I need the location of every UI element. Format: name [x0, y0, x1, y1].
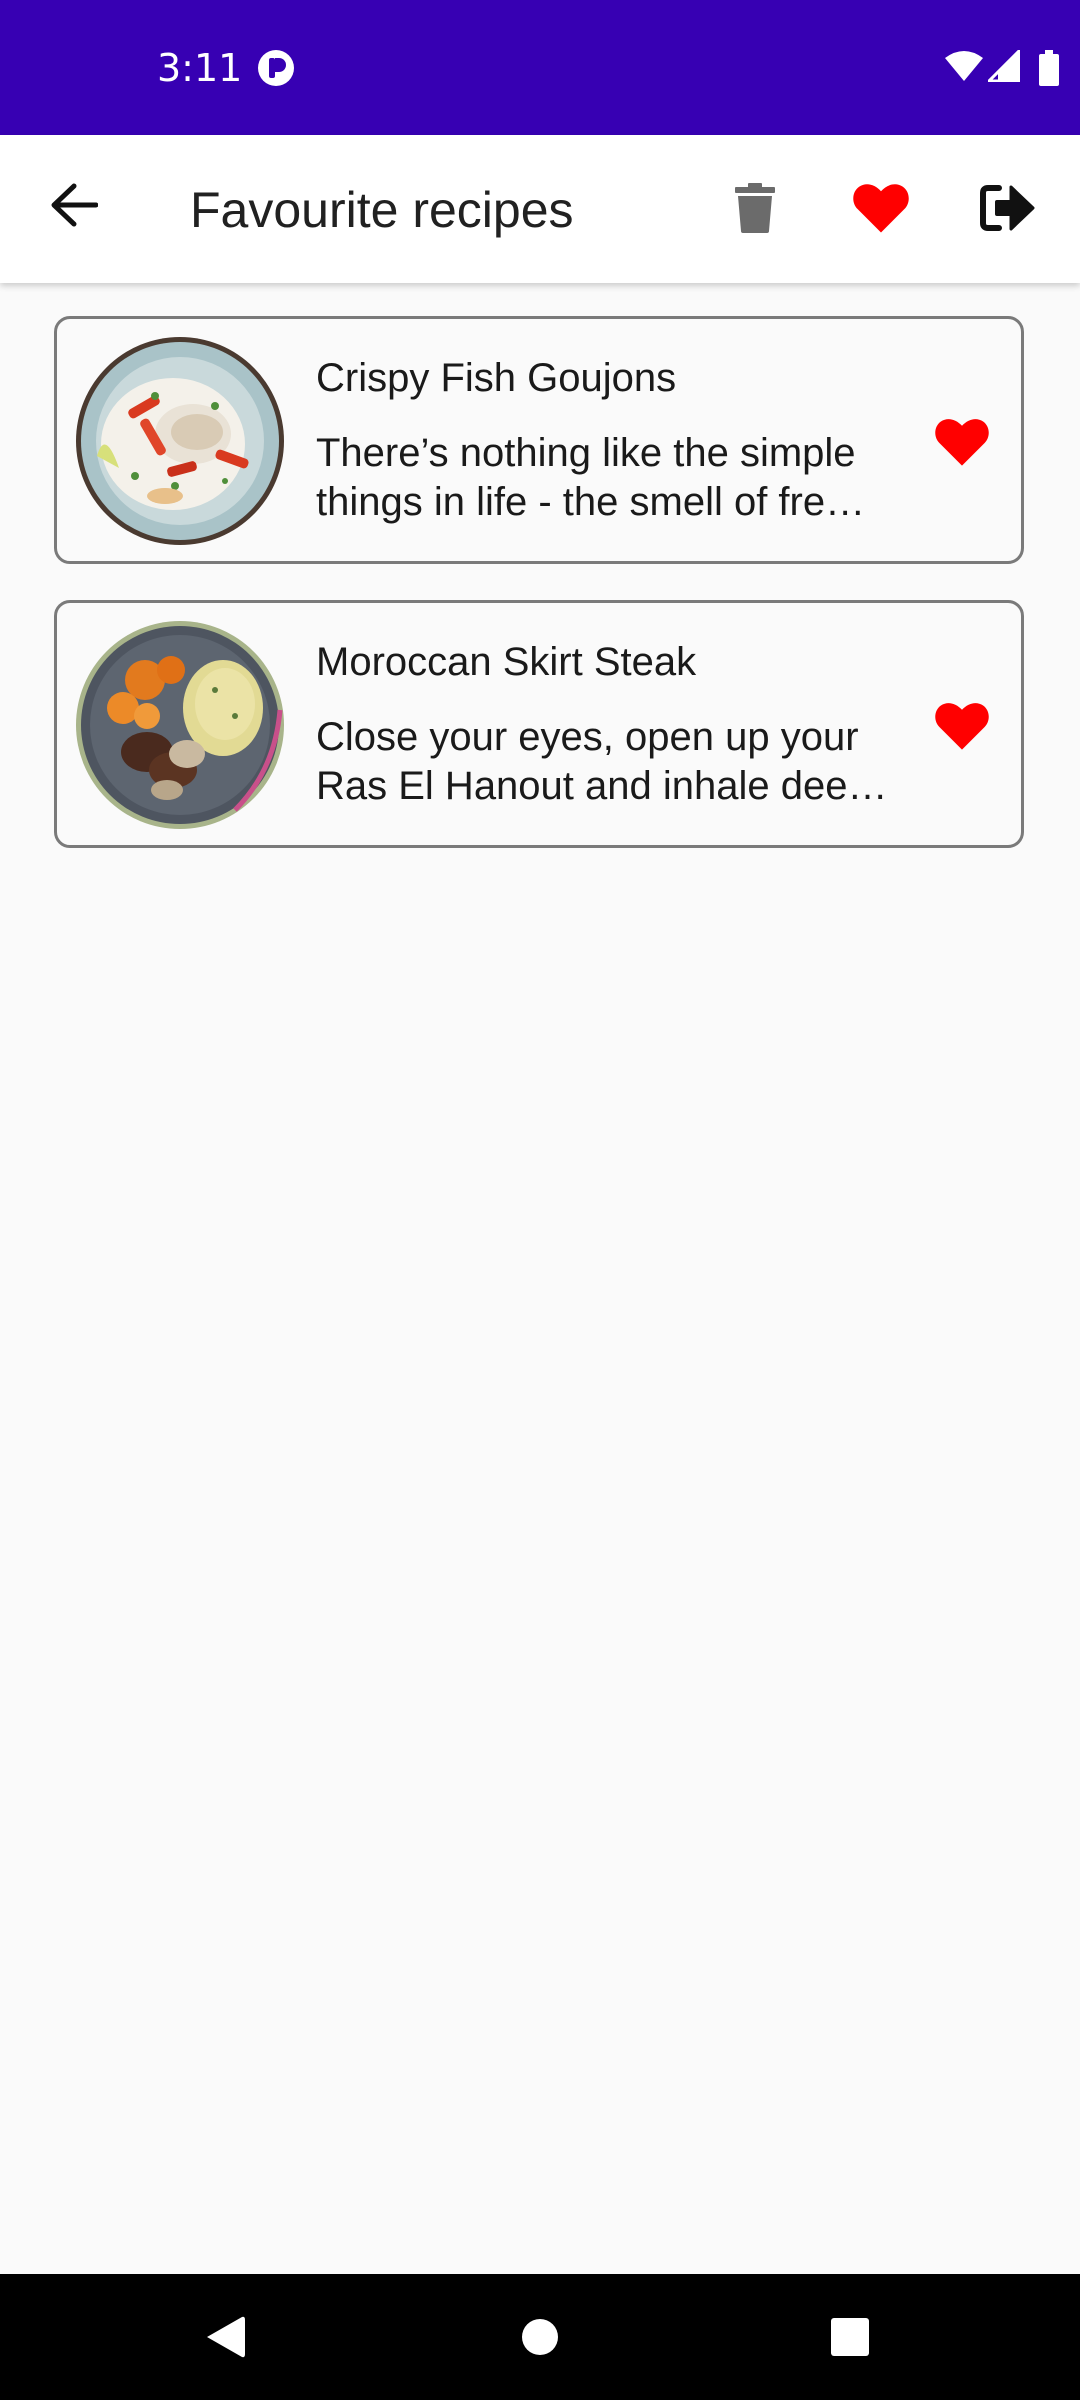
recipe-card[interactable]: Crispy Fish Goujons There’s nothing like…: [54, 316, 1024, 564]
heart-icon: [935, 419, 989, 466]
recipe-description: Close your eyes, open up your Ras El Han…: [316, 713, 896, 811]
app-notification-icon: [258, 50, 294, 86]
app-bar: Favourite recipes: [0, 135, 1080, 283]
nav-recents-button[interactable]: [815, 2302, 885, 2372]
status-bar: 3:11: [0, 0, 1080, 135]
recipe-description-line: things in life - the smell of fre…: [316, 480, 866, 524]
recipe-description-line: There’s nothing like the simple: [316, 431, 856, 475]
nav-back-button[interactable]: [190, 2302, 260, 2372]
recipe-description: There’s nothing like the simple things i…: [316, 429, 896, 527]
back-button[interactable]: [34, 165, 114, 245]
system-nav-bar: [0, 2274, 1080, 2400]
heart-icon: [853, 184, 909, 233]
recents-square-icon: [831, 2318, 869, 2356]
favorite-toggle-button[interactable]: [927, 691, 997, 761]
logout-button[interactable]: [962, 163, 1052, 253]
recipe-image: [75, 336, 285, 546]
recipe-image: [75, 620, 285, 830]
recipe-description-line: Ras El Hanout and inhale dee…: [316, 764, 888, 808]
page-title: Favourite recipes: [190, 182, 574, 238]
fish-dish-image: [76, 337, 284, 545]
recipe-name: Crispy Fish Goujons: [316, 356, 677, 400]
home-circle-icon: [522, 2319, 558, 2355]
signal-icon: [988, 50, 1020, 82]
status-time: 3:11: [157, 46, 243, 90]
nav-home-button[interactable]: [505, 2302, 575, 2372]
favorites-button[interactable]: [836, 163, 926, 253]
sign-out-icon: [980, 185, 1035, 231]
back-triangle-icon: [207, 2316, 245, 2358]
arrow-left-icon: [51, 183, 98, 227]
recipe-card[interactable]: Moroccan Skirt Steak Close your eyes, op…: [54, 600, 1024, 848]
battery-icon: [1039, 50, 1059, 86]
trash-icon: [735, 183, 775, 233]
recipe-name: Moroccan Skirt Steak: [316, 640, 697, 684]
wifi-icon: [945, 51, 983, 81]
delete-all-button[interactable]: [710, 163, 800, 253]
heart-icon: [935, 703, 989, 750]
recipe-description-line: Close your eyes, open up your: [316, 715, 859, 759]
steak-dish-image: [76, 621, 284, 829]
favorite-toggle-button[interactable]: [927, 407, 997, 477]
